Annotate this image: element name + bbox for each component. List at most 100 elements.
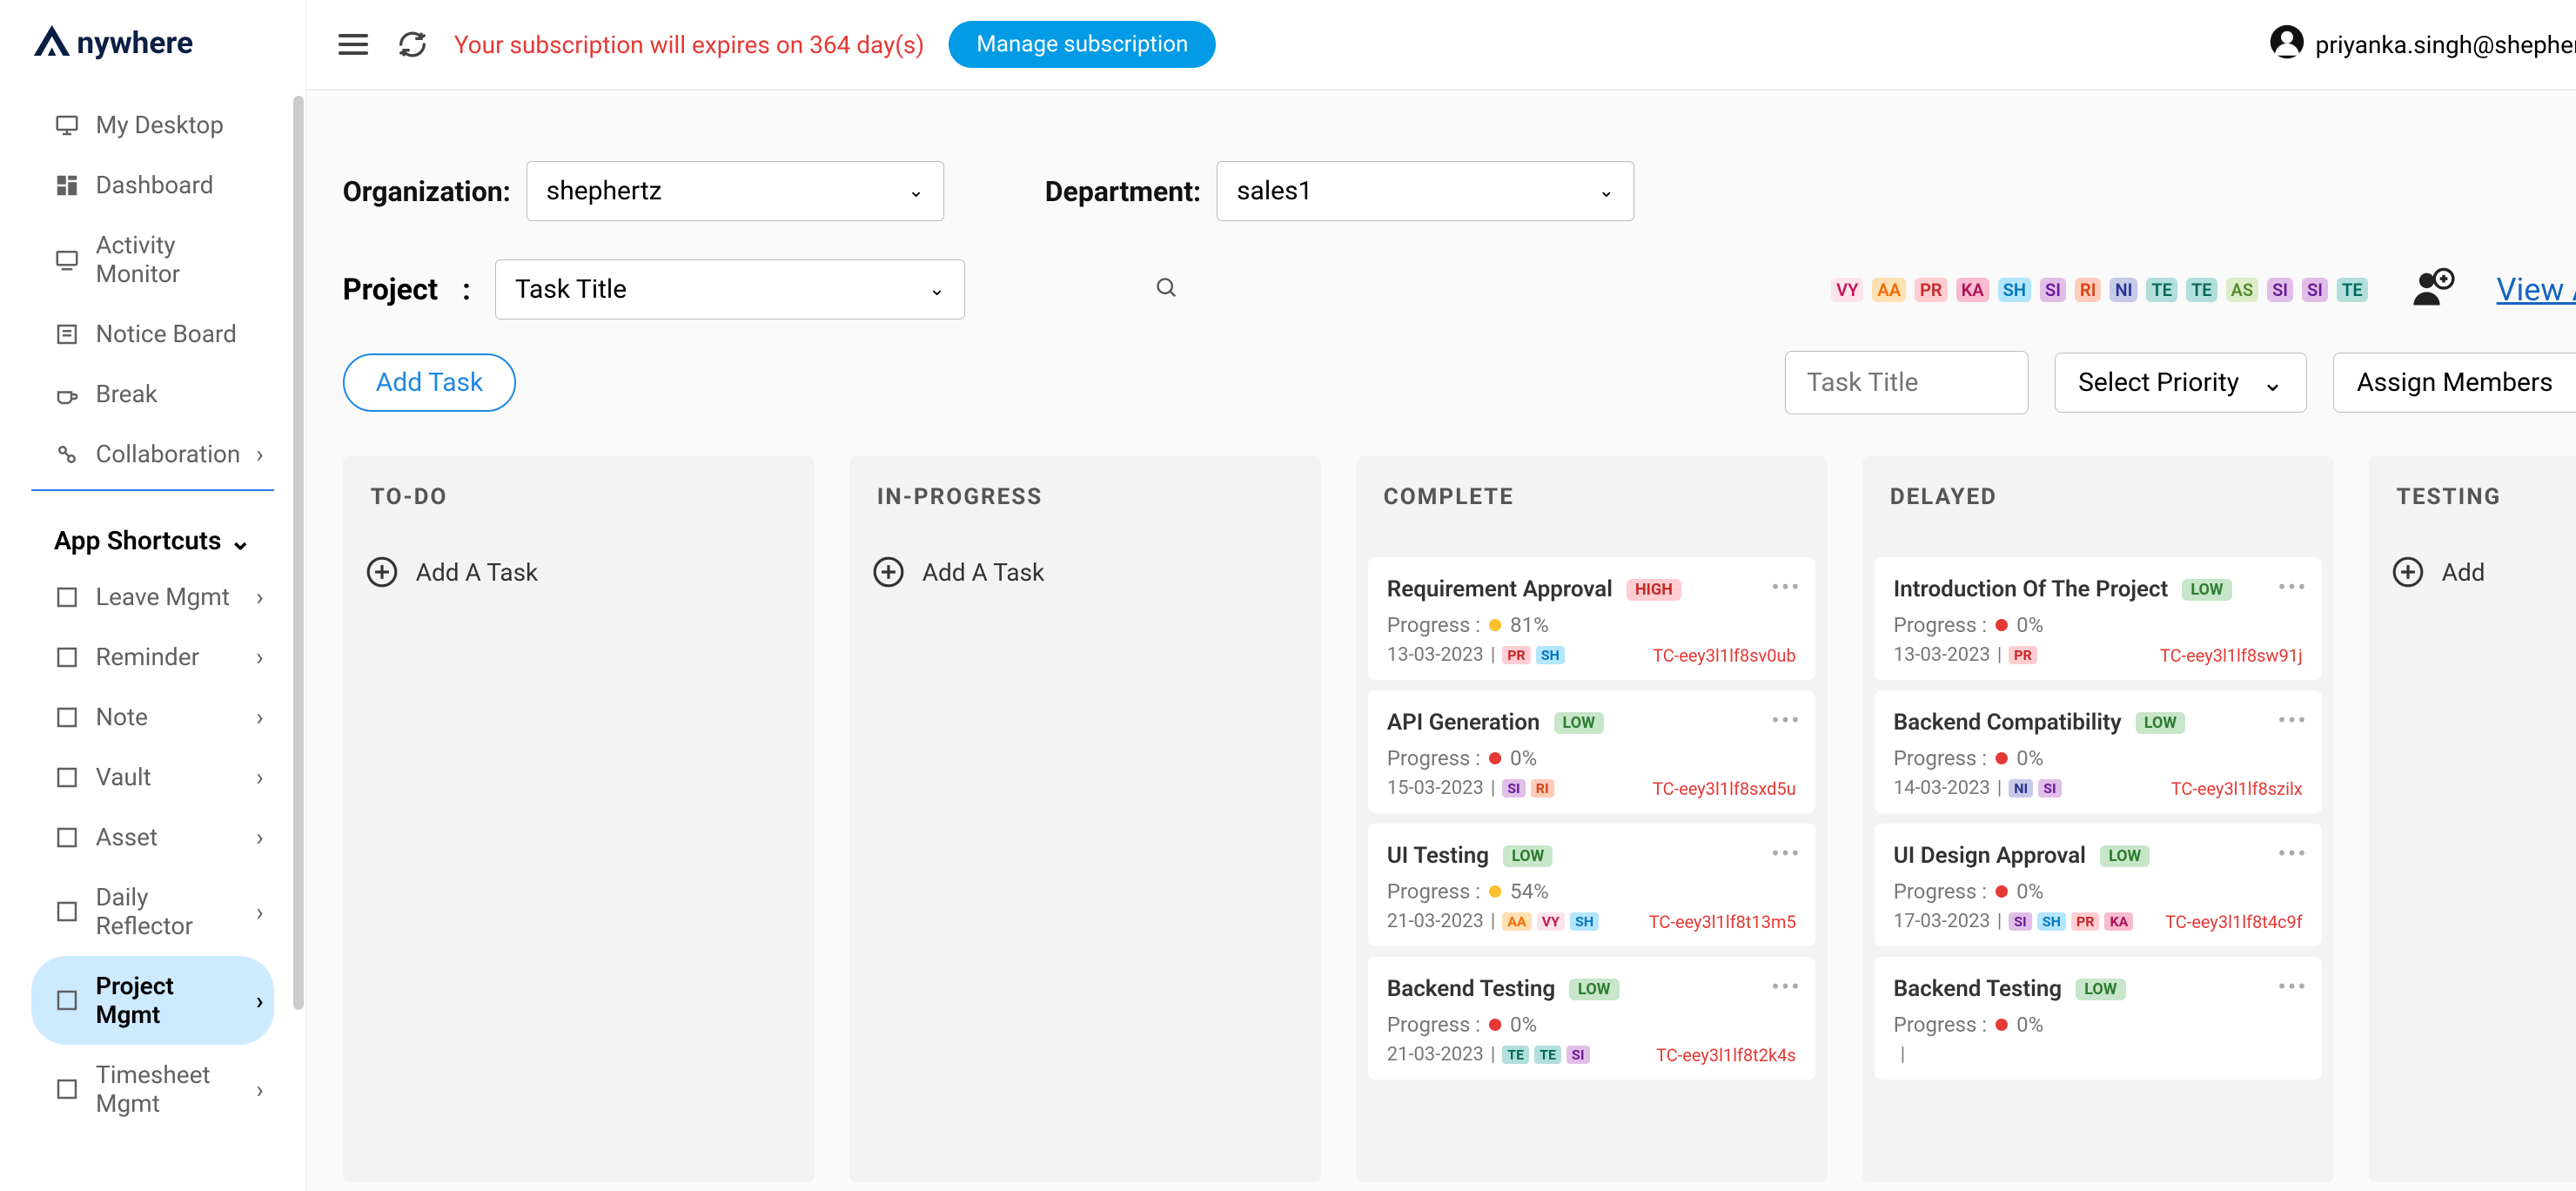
member-chip-te[interactable]: TE <box>2146 278 2177 302</box>
main-area: Your subscription will expires on 364 da… <box>306 0 2576 1191</box>
member-chip: SH <box>1570 912 1599 931</box>
sync-icon[interactable] <box>395 27 430 62</box>
assign-members-dropdown[interactable]: Assign Members⌄ <box>2333 353 2576 413</box>
sidebar-item-reminder[interactable]: Reminder› <box>31 627 274 687</box>
chevron-down-icon: ⌄ <box>1599 180 1614 202</box>
sidebar-item-asset[interactable]: Asset› <box>31 807 274 867</box>
add-user-icon[interactable] <box>2410 266 2455 314</box>
subscription-expire-text: Your subscription will expires on 364 da… <box>454 30 924 59</box>
member-chip: SI <box>1566 1046 1590 1064</box>
task-card[interactable]: •••Backend TestingLOWProgress :0%21-03-2… <box>1368 957 1815 1080</box>
nav-label: Collaboration <box>96 440 240 468</box>
add-a-task-button[interactable]: Add A Task <box>849 547 1321 616</box>
sidebar-item-my-desktop[interactable]: My Desktop <box>31 95 274 155</box>
card-title: Introduction Of The Project <box>1894 576 2169 602</box>
kanban-board[interactable]: TO-DOAdd A TaskIN-PROGRESSAdd A TaskCOMP… <box>343 456 2576 1191</box>
project-select[interactable]: Task Title⌄ <box>495 259 965 320</box>
card-title: Backend Testing <box>1894 976 2062 1002</box>
member-chip: NI <box>2009 779 2033 797</box>
task-card[interactable]: •••Backend CompatibilityLOWProgress :0%1… <box>1875 690 2322 813</box>
nav-section-app-shortcuts[interactable]: App Shortcuts ⌄ <box>31 515 274 567</box>
sidebar-scrollbar[interactable] <box>293 96 304 1010</box>
task-card[interactable]: •••Introduction Of The ProjectLOWProgres… <box>1875 557 2322 680</box>
card-menu-icon[interactable]: ••• <box>2277 573 2307 602</box>
sidebar-item-daily-reflector[interactable]: Daily Reflector› <box>31 867 274 956</box>
progress-row: Progress :0% <box>1387 1013 1796 1037</box>
avatar-icon <box>2269 24 2305 66</box>
select-priority-dropdown[interactable]: Select Priority⌄ <box>2055 353 2307 413</box>
sidebar-item-project-mgmt[interactable]: Project Mgmt› <box>31 956 274 1045</box>
sidebar-item-dashboard[interactable]: Dashboard <box>31 155 274 215</box>
sidebar-item-notice-board[interactable]: Notice Board <box>31 304 274 364</box>
progress-row: Progress :54% <box>1387 879 1796 904</box>
member-chip-si[interactable]: SI <box>2040 278 2066 302</box>
column-delayed: DELAYED•••Introduction Of The ProjectLOW… <box>1862 456 2334 1182</box>
member-chip-te[interactable]: TE <box>2186 278 2217 302</box>
task-card[interactable]: •••Backend TestingLOWProgress :0%| <box>1875 957 2322 1080</box>
org-dept-row: Organization: shephertz⌄ Department: sal… <box>343 161 2576 221</box>
view-all-link[interactable]: View All <box>2497 272 2576 308</box>
member-chip-sh[interactable]: SH <box>1998 278 2031 302</box>
sidebar-item-note[interactable]: Note› <box>31 687 274 747</box>
member-chip-vy[interactable]: VY <box>1831 278 1863 302</box>
member-chip-as[interactable]: AS <box>2226 278 2259 302</box>
go-back-link[interactable]: Go Back ← <box>343 113 2576 161</box>
column-title: COMPLETE <box>1356 456 1828 547</box>
user-menu[interactable]: priyanka.singh@shephertz.com Super admin… <box>2269 24 2576 66</box>
member-chip-si[interactable]: SI <box>2302 278 2328 302</box>
card-menu-icon[interactable]: ••• <box>2277 839 2307 868</box>
chevron-down-icon: ⌄ <box>929 279 944 300</box>
brand-logo: nywhere <box>0 21 305 95</box>
add-a-task-button[interactable]: Add <box>2369 547 2576 616</box>
department-select[interactable]: sales1⌄ <box>1217 161 1634 221</box>
member-chip-te[interactable]: TE <box>2337 278 2368 302</box>
task-card[interactable]: •••UI TestingLOWProgress :54%21-03-2023|… <box>1368 824 1815 946</box>
member-chip-ka[interactable]: KA <box>1956 278 1989 302</box>
collab-icon <box>54 441 80 468</box>
add-task-button[interactable]: Add Task <box>343 353 517 412</box>
card-meta-row: 13-03-2023|PRSHTC-eey3l1lf8sv0ub <box>1387 644 1796 666</box>
menu-icon[interactable] <box>336 27 371 62</box>
project-colon: : <box>462 273 471 307</box>
member-chip-aa[interactable]: AA <box>1872 278 1906 302</box>
card-date: 21-03-2023 <box>1387 911 1484 932</box>
sidebar-item-break[interactable]: Break <box>31 364 274 424</box>
sidebar-item-timesheet-mgmt[interactable]: Timesheet Mgmt › <box>31 1045 274 1134</box>
chevron-down-icon: ⌄ <box>230 526 252 556</box>
card-menu-icon[interactable]: ••• <box>2277 706 2307 735</box>
monitor-icon <box>54 246 80 273</box>
manage-subscription-button[interactable]: Manage subscription <box>949 21 1216 68</box>
progress-dot <box>1489 885 1501 898</box>
member-chip-pr[interactable]: PR <box>1915 278 1948 302</box>
member-chip-ni[interactable]: NI <box>2110 278 2137 302</box>
card-date: 15-03-2023 <box>1387 777 1484 799</box>
content: Go Back ← Organization: shephertz⌄ Depar… <box>306 91 2576 1191</box>
search-icon[interactable] <box>1155 276 1179 304</box>
card-menu-icon[interactable]: ••• <box>1771 972 1801 1001</box>
member-chip: PR <box>2071 912 2100 931</box>
member-chip-si[interactable]: SI <box>2267 278 2293 302</box>
chevron-right-icon: › <box>256 643 263 671</box>
task-card[interactable]: •••UI Design ApprovalLOWProgress :0%17-0… <box>1875 824 2322 946</box>
organization-select[interactable]: shephertz⌄ <box>527 161 944 221</box>
nav-label: Timesheet Mgmt <box>96 1060 240 1118</box>
card-date: 21-03-2023 <box>1387 1044 1484 1066</box>
task-card[interactable]: •••Requirement ApprovalHIGHProgress :81%… <box>1368 557 1815 680</box>
card-menu-icon[interactable]: ••• <box>1771 706 1801 735</box>
nav-label: Project Mgmt <box>96 972 240 1029</box>
sidebar-item-activity-monitor[interactable]: Activity Monitor <box>31 215 274 304</box>
sidebar-item-leave-mgmt[interactable]: Leave Mgmt› <box>31 567 274 627</box>
card-menu-icon[interactable]: ••• <box>1771 839 1801 868</box>
task-card[interactable]: •••API GenerationLOWProgress :0%15-03-20… <box>1368 690 1815 813</box>
member-chip-ri[interactable]: RI <box>2075 278 2101 302</box>
card-menu-icon[interactable]: ••• <box>2277 972 2307 1001</box>
card-menu-icon[interactable]: ••• <box>1771 573 1801 602</box>
sidebar-item-collaboration[interactable]: Collaboration› <box>31 424 274 484</box>
sidebar-item-vault[interactable]: Vault› <box>31 747 274 807</box>
task-search-input[interactable] <box>1785 351 2029 414</box>
topbar: Your subscription will expires on 364 da… <box>306 0 2576 91</box>
add-a-task-button[interactable]: Add A Task <box>343 547 815 616</box>
svg-text:nywhere: nywhere <box>77 24 193 61</box>
member-chip: SI <box>1502 779 1526 797</box>
chevron-right-icon: › <box>256 1075 263 1104</box>
